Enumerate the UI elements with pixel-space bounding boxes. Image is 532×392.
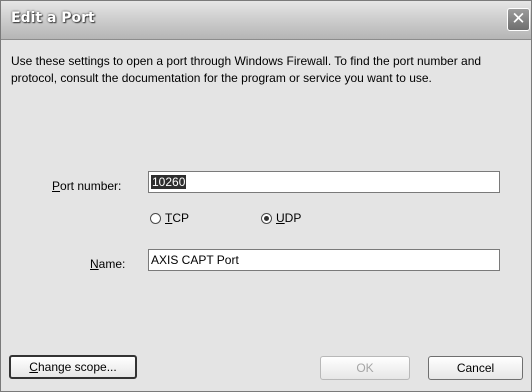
port-number-value: 10260 <box>151 175 187 189</box>
title-bar[interactable]: Edit a Port ✕ <box>1 1 531 40</box>
tcp-radio[interactable]: TCP <box>150 211 189 225</box>
name-input[interactable]: AXIS CAPT Port <box>148 249 500 271</box>
name-label-mnemonic: N <box>90 257 99 271</box>
change-scope-button[interactable]: Change scope... <box>9 355 137 379</box>
ok-button[interactable]: OK <box>320 356 410 380</box>
tcp-rest: CP <box>172 211 190 225</box>
udp-mnemonic: U <box>276 211 285 225</box>
port-label-rest: ort number: <box>60 179 122 193</box>
udp-radio[interactable]: UDP <box>261 211 301 225</box>
edit-port-dialog: Edit a Port ✕ Use these settings to open… <box>0 0 532 392</box>
close-icon[interactable]: ✕ <box>507 8 530 31</box>
cancel-button[interactable]: Cancel <box>428 356 523 380</box>
tcp-label: TCP <box>165 211 189 225</box>
dialog-title: Edit a Port <box>11 10 95 26</box>
name-label: Name: <box>90 257 125 271</box>
change-scope-rest: hange scope... <box>37 360 117 374</box>
udp-rest: DP <box>284 211 302 225</box>
name-value: AXIS CAPT Port <box>151 253 239 267</box>
tcp-radio-icon <box>150 212 161 224</box>
name-label-rest: ame: <box>98 257 126 271</box>
dialog-content: Use these settings to open a port throug… <box>1 40 531 391</box>
description-text: Use these settings to open a port throug… <box>11 54 482 85</box>
port-label-mnemonic: P <box>52 179 61 193</box>
udp-radio-icon <box>261 212 272 224</box>
udp-label: UDP <box>276 211 301 225</box>
port-number-label: Port number: <box>52 179 121 193</box>
port-number-input[interactable]: 10260 <box>148 171 500 193</box>
change-scope-mnemonic: C <box>29 360 38 374</box>
